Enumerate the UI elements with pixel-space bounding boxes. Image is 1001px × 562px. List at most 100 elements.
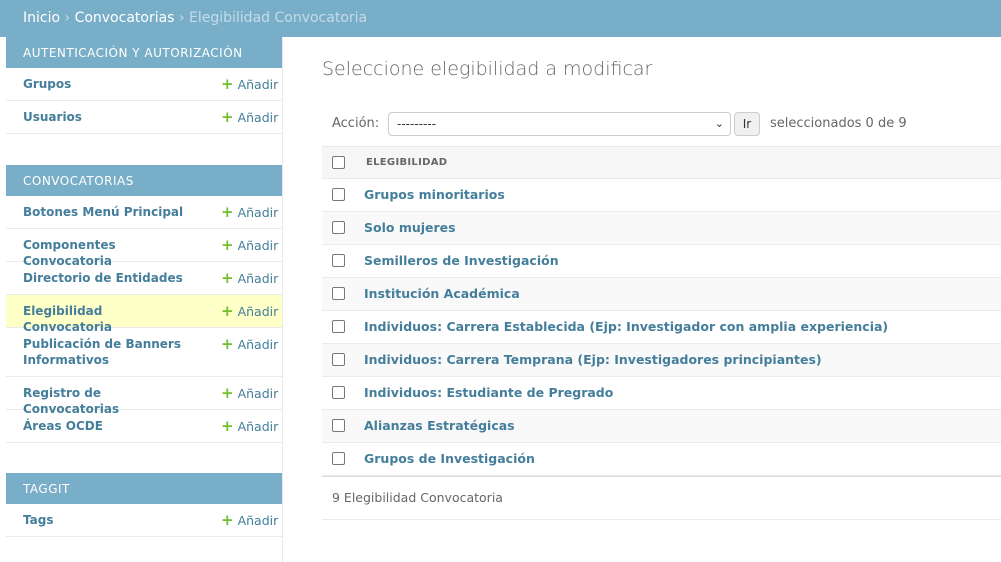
sidebar-item-label[interactable]: Usuarios — [23, 109, 193, 125]
sidebar-item-label[interactable]: Publicación de Banners Informativos — [23, 336, 193, 368]
breadcrumb-home-link[interactable]: Inicio — [23, 10, 60, 26]
page-title: Seleccione elegibilidad a modificar — [322, 58, 653, 80]
module-caption-taggit[interactable]: Taggit — [6, 473, 282, 504]
add-label: Añadir — [237, 513, 279, 528]
sidebar-item-label[interactable]: Tags — [23, 512, 193, 528]
sidebar-item-areas-ocde: Áreas OCDE + Añadir — [6, 410, 282, 443]
plus-icon: + — [221, 203, 234, 221]
add-label: Añadir — [237, 304, 279, 319]
row-link[interactable]: Individuos: Carrera Establecida (Ejp: In… — [364, 319, 888, 334]
add-button[interactable]: + Añadir — [221, 512, 278, 529]
table-row: Individuos: Carrera Establecida (Ejp: In… — [322, 311, 1001, 344]
paginator: 9 Elegibilidad Convocatoria — [322, 476, 1001, 520]
add-button[interactable]: + Añadir — [221, 385, 278, 402]
breadcrumb-convocatorias-link[interactable]: Convocatorias — [75, 10, 175, 26]
row-checkbox[interactable] — [332, 254, 345, 267]
sidebar-item-grupos: Grupos + Añadir — [6, 68, 282, 101]
add-button[interactable]: + Añadir — [221, 204, 278, 221]
row-link[interactable]: Individuos: Carrera Temprana (Ejp: Inves… — [364, 352, 822, 367]
row-checkbox[interactable] — [332, 188, 345, 201]
add-label: Añadir — [237, 337, 279, 352]
row-link[interactable]: Solo mujeres — [364, 220, 456, 235]
sidebar-item-usuarios: Usuarios + Añadir — [6, 101, 282, 134]
add-button[interactable]: + Añadir — [221, 418, 278, 435]
add-label: Añadir — [237, 77, 279, 92]
breadcrumb-separator: › — [178, 10, 185, 26]
row-link[interactable]: Semilleros de Investigación — [364, 253, 559, 268]
sidebar-nav: Autenticación y autorización Grupos + Aña… — [6, 37, 283, 562]
row-checkbox[interactable] — [332, 320, 345, 333]
table-row: Institución Académica — [322, 278, 1001, 311]
module-caption-auth[interactable]: Autenticación y autorización — [6, 37, 282, 68]
row-checkbox[interactable] — [332, 452, 345, 465]
sidebar-item-elegibilidad: Elegibilidad Convocatoria + Añadir — [6, 295, 282, 334]
row-checkbox[interactable] — [332, 221, 345, 234]
go-button[interactable]: Ir — [734, 112, 760, 136]
row-link[interactable]: Grupos de Investigación — [364, 451, 535, 466]
row-link[interactable]: Grupos minoritarios — [364, 187, 505, 202]
result-count: 9 Elegibilidad Convocatoria — [332, 490, 503, 505]
sidebar-item-banners: Publicación de Banners Informativos + Aña… — [6, 328, 282, 377]
add-label: Añadir — [237, 271, 279, 286]
plus-icon: + — [221, 511, 234, 529]
sidebar-item-tags: Tags + Añadir — [6, 504, 282, 537]
sidebar-item-label[interactable]: Áreas OCDE — [23, 418, 193, 434]
chevron-down-icon: ⌄ — [714, 117, 724, 130]
plus-icon: + — [221, 269, 234, 287]
sidebar-item-componentes: Componentes Convocatoria + Añadir — [6, 229, 282, 268]
action-label: Acción: — [332, 116, 380, 131]
module-caption-convocatorias[interactable]: Convocatorias — [6, 165, 282, 196]
table-body: Grupos minoritarios Solo mujeres Semille… — [322, 179, 1001, 476]
select-all-checkbox[interactable] — [332, 156, 345, 169]
row-checkbox[interactable] — [332, 353, 345, 366]
action-select[interactable]: --------- ⌄ — [388, 112, 731, 136]
actions-bar: Acción: --------- ⌄ Ir seleccionados 0 d… — [322, 110, 1001, 138]
table-row: Individuos: Estudiante de Pregrado — [322, 377, 1001, 410]
row-link[interactable]: Individuos: Estudiante de Pregrado — [364, 385, 613, 400]
column-header-elegibilidad[interactable]: Elegibilidad — [366, 157, 447, 168]
row-link[interactable]: Institución Académica — [364, 286, 520, 301]
module-taggit: Taggit Tags + Añadir — [6, 473, 282, 537]
table-row: Grupos de Investigación — [322, 443, 1001, 476]
add-label: Añadir — [237, 110, 279, 125]
add-button[interactable]: + Añadir — [221, 303, 278, 320]
table-header: Elegibilidad — [322, 146, 1001, 179]
plus-icon: + — [221, 302, 234, 320]
plus-icon: + — [221, 236, 234, 254]
results-table: Elegibilidad Grupos minoritarios Solo mu… — [322, 146, 1001, 520]
plus-icon: + — [221, 384, 234, 402]
plus-icon: + — [221, 417, 234, 435]
sidebar-item-registro: Registro de Convocatorias + Añadir — [6, 377, 282, 416]
add-label: Añadir — [237, 386, 279, 401]
add-label: Añadir — [237, 205, 279, 220]
sidebar-item-label[interactable]: Botones Menú Principal — [23, 204, 193, 220]
add-button[interactable]: + Añadir — [221, 237, 278, 254]
module-convocatorias: Convocatorias Botones Menú Principal + Añ… — [6, 165, 282, 443]
sidebar-item-label[interactable]: Directorio de Entidades — [23, 270, 193, 286]
plus-icon: + — [221, 75, 234, 93]
add-label: Añadir — [237, 238, 279, 253]
plus-icon: + — [221, 335, 234, 353]
breadcrumb-separator: › — [64, 10, 71, 26]
breadcrumb: Inicio › Convocatorias › Elegibilidad Co… — [0, 0, 1001, 37]
add-button[interactable]: + Añadir — [221, 270, 278, 287]
selection-counter: seleccionados 0 de 9 — [770, 116, 907, 131]
add-button[interactable]: + Añadir — [221, 336, 278, 353]
table-row: Individuos: Carrera Temprana (Ejp: Inves… — [322, 344, 1001, 377]
add-button[interactable]: + Añadir — [221, 109, 278, 126]
module-auth: Autenticación y autorización Grupos + Aña… — [6, 37, 282, 134]
row-link[interactable]: Alianzas Estratégicas — [364, 418, 515, 433]
add-label: Añadir — [237, 419, 279, 434]
row-checkbox[interactable] — [332, 419, 345, 432]
table-row: Grupos minoritarios — [322, 179, 1001, 212]
add-button[interactable]: + Añadir — [221, 76, 278, 93]
sidebar-item-directorio: Directorio de Entidades + Añadir — [6, 262, 282, 295]
sidebar-item-label[interactable]: Grupos — [23, 76, 193, 92]
breadcrumb-current: Elegibilidad Convocatoria — [189, 10, 368, 26]
table-row: Alianzas Estratégicas — [322, 410, 1001, 443]
table-row: Semilleros de Investigación — [322, 245, 1001, 278]
row-checkbox[interactable] — [332, 287, 345, 300]
action-select-value: --------- — [397, 117, 436, 131]
row-checkbox[interactable] — [332, 386, 345, 399]
sidebar-item-botones-menu: Botones Menú Principal + Añadir — [6, 196, 282, 229]
